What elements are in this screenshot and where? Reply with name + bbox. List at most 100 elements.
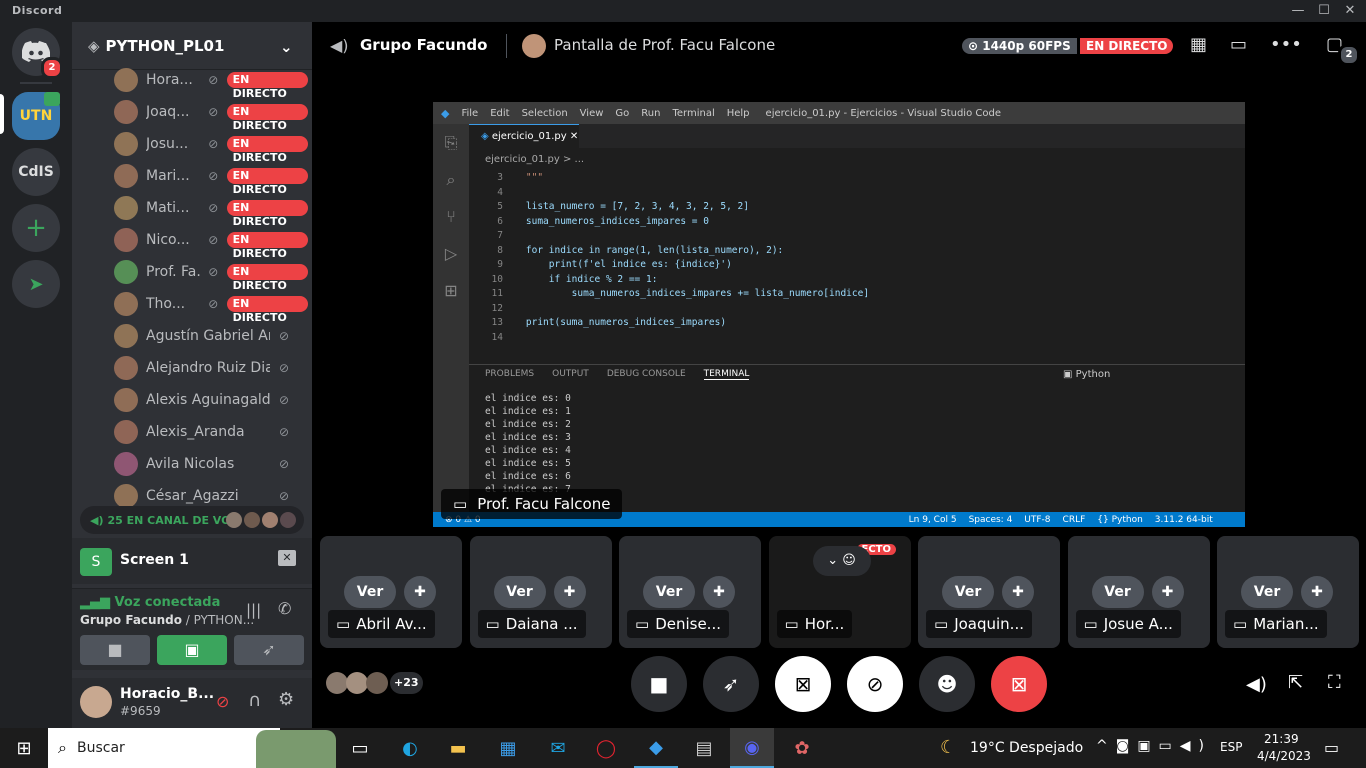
participant-tile[interactable]: Ver ✚ ▭ Denise... <box>619 536 761 648</box>
panel-tab[interactable]: TERMINAL <box>703 369 750 380</box>
watch-button[interactable]: Ver <box>344 576 396 608</box>
voice-member[interactable]: Mari... ⊘ EN DIRECTO <box>114 162 308 196</box>
vscode-menu-item[interactable]: Edit <box>490 108 509 119</box>
opera-icon[interactable]: ◯ <box>584 728 628 768</box>
store-icon[interactable]: ▦ <box>486 728 530 768</box>
watch-button[interactable]: Ver <box>493 576 546 608</box>
emoji-button[interactable]: ☻ <box>919 656 975 712</box>
terminal-profile[interactable]: ▣ Python <box>1063 369 1110 380</box>
voice-member[interactable]: Hora... ⊘ EN DIRECTO <box>114 66 308 100</box>
search-box[interactable]: ⌕ Buscar <box>48 728 280 768</box>
status-item[interactable]: UTF-8 <box>1024 515 1050 525</box>
voice-member[interactable]: Mati... ⊘ EN DIRECTO <box>114 194 308 228</box>
status-item[interactable]: Spaces: 4 <box>969 515 1013 525</box>
notifications-icon[interactable]: ▭ <box>1324 738 1339 757</box>
vscode-menu-item[interactable]: View <box>580 108 604 119</box>
voice-member[interactable]: Alexis Aguinagalde ⊘ <box>114 386 308 414</box>
tray-icons[interactable]: ^◙▣▭◀) <box>1096 738 1212 754</box>
voice-member[interactable]: Avila Nicolas ⊘ <box>114 450 308 478</box>
watch-button[interactable]: Ver <box>942 576 994 608</box>
voice-member[interactable]: Prof. Fa... ⊘ EN DIRECTO <box>114 258 308 292</box>
camera-button[interactable]: ■ <box>631 656 687 712</box>
volume-icon[interactable]: ◀) <box>1246 674 1267 695</box>
participants-preview[interactable]: +23 <box>326 672 423 694</box>
status-item[interactable]: 3.11.2 64-bit <box>1155 515 1213 525</box>
calculator-icon[interactable]: ▤ <box>682 728 726 768</box>
status-item[interactable]: CRLF <box>1063 515 1086 525</box>
paint-icon[interactable]: ✿ <box>780 728 824 768</box>
edge-icon[interactable]: ◐ <box>388 728 432 768</box>
chat-icon[interactable]: ▭ <box>1230 34 1247 55</box>
add-stream-icon[interactable]: ✚ <box>1151 576 1184 608</box>
voice-member[interactable]: Tho... ⊘ EN DIRECTO <box>114 290 308 324</box>
voice-count[interactable]: ◀) 25 EN CANAL DE VOZ <box>80 506 304 534</box>
avatar[interactable] <box>80 686 112 718</box>
file-explorer-icon[interactable]: ▬ <box>436 728 480 768</box>
watch-button[interactable]: Ver <box>643 576 695 608</box>
code-editor[interactable]: 3 """ 4 5 lista_numero = [7, 2, 3, 4, 3, … <box>473 172 870 346</box>
participant-tile[interactable]: Ver ✚ ▭ Josue A... <box>1067 536 1210 648</box>
panel-tab[interactable]: DEBUG CONSOLE <box>607 369 686 380</box>
panel-tab[interactable]: OUTPUT <box>552 369 589 380</box>
weather[interactable]: 19°C Despejado <box>970 740 1083 756</box>
participant-tile[interactable]: Ver ✚ ▭ Joaquin... <box>918 536 1060 648</box>
voice-member[interactable]: Josu... ⊘ EN DIRECTO <box>114 130 308 164</box>
vscode-menu-item[interactable]: Go <box>615 108 629 119</box>
vscode-icon[interactable]: ◆ <box>634 728 678 768</box>
clock-date[interactable]: 4/4/2023 <box>1257 749 1311 763</box>
participant-tile[interactable]: ECTO ⌄ ☺ ▭ Hor... <box>768 536 911 648</box>
add-stream-icon[interactable]: ✚ <box>553 576 586 608</box>
voice-member[interactable]: Joaq... ⊘ EN DIRECTO <box>114 98 308 132</box>
vscode-menu-item[interactable]: Run <box>641 108 660 119</box>
headphones-icon[interactable]: ∩ <box>248 690 261 711</box>
voice-member[interactable]: Agustín Gabriel Ar... ⊘ <box>114 322 308 350</box>
noise-suppression-icon[interactable]: ||| <box>246 601 261 619</box>
explore-button[interactable]: ➤ <box>12 260 60 308</box>
voice-location[interactable]: Grupo Facundo / PYTHON... <box>80 613 254 627</box>
start-button[interactable]: ⊞ <box>2 728 46 768</box>
more-icon[interactable]: ••• <box>1270 34 1302 55</box>
popout-icon[interactable]: ⇱ <box>1288 672 1303 693</box>
server-cdis[interactable]: CdIS <box>12 148 60 196</box>
mute-icon[interactable]: ⊘ <box>216 692 229 711</box>
activity-button[interactable]: ➶ <box>703 656 759 712</box>
disconnect-icon[interactable]: ✆ <box>278 599 291 618</box>
vscode-menu-item[interactable]: Selection <box>522 108 568 119</box>
vscode-menu-item[interactable]: File <box>461 108 478 119</box>
panel-tab[interactable]: PROBLEMS <box>485 369 534 380</box>
mute-button[interactable]: ⊘ <box>847 656 903 712</box>
status-item[interactable]: {} Python <box>1097 515 1143 525</box>
stream-view[interactable]: ◆ File Edit Selection View Go Run Terminal Help… <box>433 102 1245 527</box>
add-stream-icon[interactable]: ✚ <box>1002 576 1034 608</box>
close-button[interactable]: ✕ <box>1334 0 1366 22</box>
share-screen-button[interactable]: ⊠ <box>775 656 831 712</box>
share-screen-button[interactable]: ▣ <box>157 635 227 665</box>
add-server-button[interactable]: + <box>12 204 60 252</box>
add-stream-icon[interactable]: ✚ <box>404 576 436 608</box>
participant-tile[interactable]: Ver ✚ ▭ Daiana ... <box>469 536 612 648</box>
grid-icon[interactable]: ▦ <box>1190 34 1207 55</box>
discord-taskbar-icon[interactable]: ◉ <box>730 728 774 768</box>
watch-button[interactable]: Ver <box>1091 576 1144 608</box>
tab-ejercicio[interactable]: ◈ ejercicio_01.py ✕ <box>469 124 579 148</box>
activity-button[interactable]: ➶ <box>234 635 304 665</box>
task-view-icon[interactable]: ▭ <box>338 728 382 768</box>
watch-button[interactable]: Ver <box>1241 576 1293 608</box>
vscode-menu-item[interactable]: Terminal <box>672 108 714 119</box>
participant-tile[interactable]: Ver ✚ ▭ Abril Av... <box>320 536 462 648</box>
gear-icon[interactable]: ⚙ <box>278 689 294 710</box>
fullscreen-icon[interactable]: ⛶ <box>1328 672 1341 693</box>
language[interactable]: ESP <box>1220 740 1242 754</box>
participant-tile[interactable]: Ver ✚ ▭ Marian... <box>1217 536 1359 648</box>
stop-stream-icon[interactable]: ✕ <box>278 550 296 566</box>
add-stream-icon[interactable]: ✚ <box>1301 576 1333 608</box>
voice-member[interactable]: Alejandro Ruiz Diaz ⊘ <box>114 354 308 382</box>
disconnect-button[interactable]: ⊠ <box>991 656 1047 712</box>
terminal-output[interactable]: el indice es: 0 el indice es: 1 el indice … <box>485 392 571 496</box>
clock-time[interactable]: 21:39 <box>1264 732 1299 746</box>
vscode-menu-item[interactable]: Help <box>727 108 750 119</box>
add-stream-icon[interactable]: ✚ <box>703 576 735 608</box>
voice-member[interactable]: Nico... ⊘ EN DIRECTO <box>114 226 308 260</box>
server-header[interactable]: ◈ PYTHON_PL01 ⌄ <box>72 22 312 70</box>
people-icon[interactable]: ⌄ ☺ <box>812 546 871 576</box>
